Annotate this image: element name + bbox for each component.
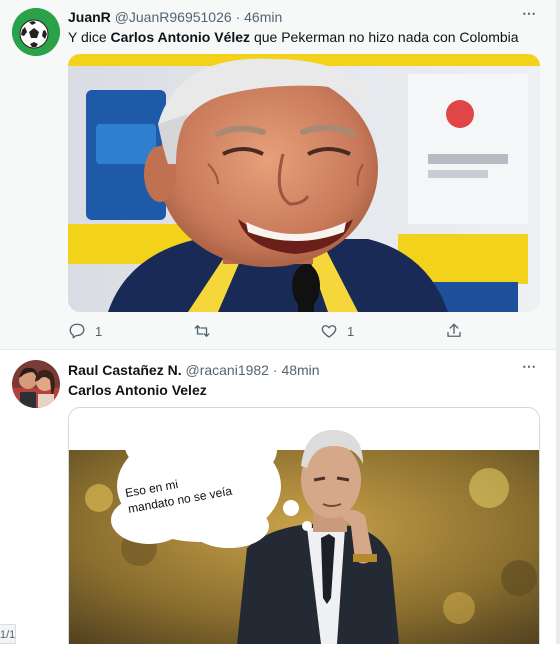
handle[interactable]: @JuanR96951026	[115, 9, 232, 25]
timestamp[interactable]: 48min	[281, 362, 319, 378]
handle[interactable]: @racani1982	[185, 362, 269, 378]
soccer-ball-avatar-icon	[12, 8, 60, 56]
scrollbar-track[interactable]	[556, 0, 560, 644]
separator: ·	[272, 362, 278, 378]
couple-photo-avatar	[12, 360, 60, 408]
like-button[interactable]: 1	[320, 320, 354, 342]
avatar[interactable]	[12, 360, 60, 408]
share-icon	[447, 323, 461, 337]
reply-icon	[69, 323, 85, 339]
photo-smiling-man	[68, 54, 540, 312]
display-name[interactable]: Raul Castañez N.	[68, 362, 182, 378]
tweet[interactable]: JuanR @JuanR96951026 · 46min ⋯ Y dice Ca…	[0, 0, 556, 350]
tweet-text: Carlos Antonio Velez	[68, 382, 207, 398]
separator: ·	[235, 9, 241, 25]
heart-icon	[321, 325, 337, 338]
tweet-header: Raul Castañez N. @racani1982 · 48min	[68, 361, 320, 379]
more-options-icon[interactable]: ⋯	[522, 5, 537, 22]
tweet-text: Y dice Carlos Antonio Vélez que Pekerman…	[68, 28, 519, 46]
tweet-actions: 1 1	[68, 320, 478, 342]
tweet-text-part: que Pekerman no hizo nada con Colombia	[250, 29, 519, 45]
reply-button[interactable]: 1	[68, 320, 102, 342]
display-name[interactable]: JuanR	[68, 9, 111, 25]
tweet-photo[interactable]	[68, 54, 540, 312]
tweet[interactable]: Raul Castañez N. @racani1982 · 48min ⋯ C…	[0, 350, 556, 644]
tweet-text-mention: Carlos Antonio Vélez	[110, 29, 251, 45]
share-button[interactable]	[445, 320, 463, 342]
tweet-header: JuanR @JuanR96951026 · 46min	[68, 8, 282, 26]
tweet-photo[interactable]: Eso en mi mandato no se veía	[68, 407, 540, 644]
pagination-indicator: 1/1	[0, 624, 16, 644]
timestamp[interactable]: 46min	[244, 9, 282, 25]
photo-thinking-man: Eso en mi mandato no se veía	[69, 408, 539, 644]
tweet-text-part: Y dice	[68, 29, 111, 45]
like-count: 1	[347, 323, 355, 339]
retweet-button[interactable]	[192, 320, 221, 342]
avatar[interactable]	[12, 8, 60, 56]
reply-count: 1	[95, 323, 103, 339]
retweet-icon	[194, 325, 210, 337]
more-options-icon[interactable]: ⋯	[522, 358, 537, 375]
